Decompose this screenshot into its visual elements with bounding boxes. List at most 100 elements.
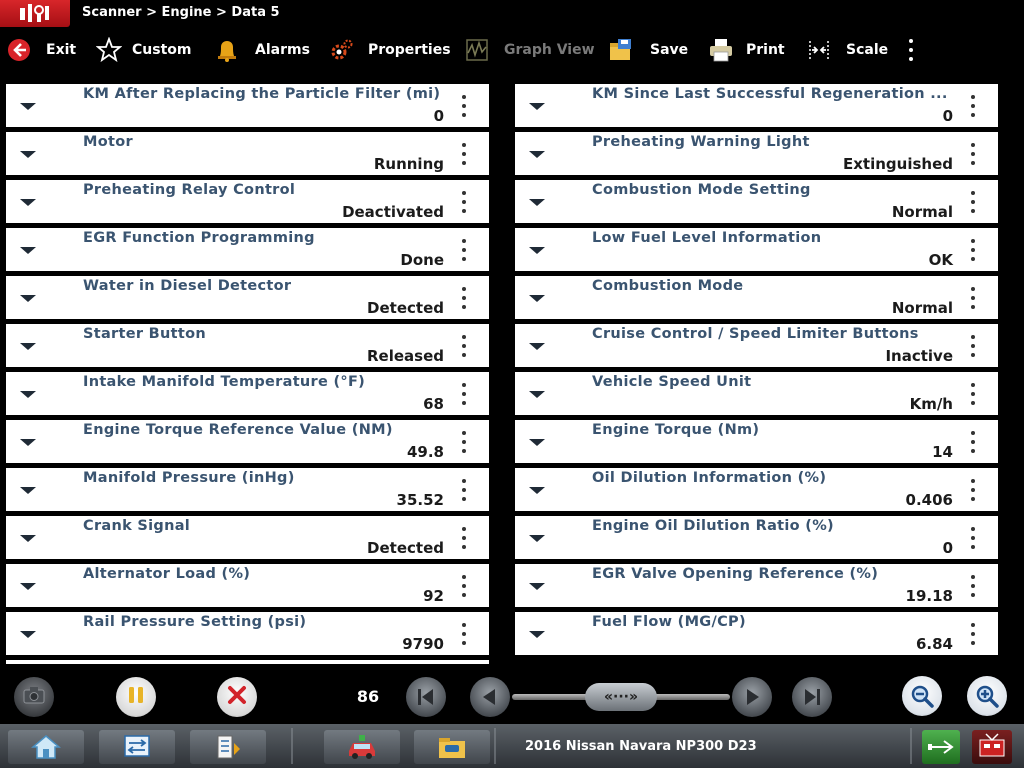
expand-caret-icon[interactable] xyxy=(20,631,36,638)
last-frame-button[interactable] xyxy=(792,677,832,717)
scale-button[interactable]: Scale xyxy=(806,28,888,72)
expand-caret-icon[interactable] xyxy=(20,535,36,542)
parameter-row[interactable]: Combustion Mode Normal xyxy=(515,276,998,319)
row-menu-button[interactable] xyxy=(461,383,467,405)
row-menu-button[interactable] xyxy=(970,527,976,549)
graph-view-button[interactable]: Graph View xyxy=(464,28,595,72)
expand-caret-icon[interactable] xyxy=(529,535,545,542)
parameter-row[interactable]: Rail Pressure Setting (psi) 9790 xyxy=(6,612,489,655)
parameter-row[interactable]: KM After Replacing the Particle Filter (… xyxy=(6,84,489,127)
parameter-row[interactable]: Vehicle Speed Unit Km/h xyxy=(515,372,998,415)
frame-slider-thumb[interactable]: «···» xyxy=(585,683,657,711)
row-menu-button[interactable] xyxy=(461,575,467,597)
properties-button[interactable]: Properties xyxy=(328,28,451,72)
home-button[interactable] xyxy=(8,730,84,764)
row-menu-button[interactable] xyxy=(970,623,976,645)
parameter-row[interactable]: Combustion Mode Setting Normal xyxy=(515,180,998,223)
exit-button[interactable]: Exit xyxy=(6,28,76,72)
row-menu-button[interactable] xyxy=(461,143,467,165)
parameter-row[interactable]: Crank Signal Detected xyxy=(6,516,489,559)
data-manager-button[interactable] xyxy=(414,730,490,764)
save-button[interactable]: Save xyxy=(608,28,688,72)
zoom-in-button[interactable] xyxy=(967,676,1007,716)
row-menu-button[interactable] xyxy=(970,143,976,165)
row-menu-button[interactable] xyxy=(461,239,467,261)
scanner-logo[interactable] xyxy=(0,0,70,27)
row-menu-button[interactable] xyxy=(461,95,467,117)
expand-caret-icon[interactable] xyxy=(20,343,36,350)
pause-button[interactable] xyxy=(116,677,156,717)
row-menu-button[interactable] xyxy=(461,287,467,309)
expand-caret-icon[interactable] xyxy=(529,295,545,302)
expand-caret-icon[interactable] xyxy=(529,391,545,398)
parameter-row[interactable]: Cruise Control / Speed Limiter Buttons In… xyxy=(515,324,998,367)
expand-caret-icon[interactable] xyxy=(20,199,36,206)
tools-button[interactable] xyxy=(190,730,266,764)
next-frame-button[interactable] xyxy=(732,677,772,717)
switch-view-button[interactable] xyxy=(99,730,175,764)
expand-caret-icon[interactable] xyxy=(20,391,36,398)
expand-caret-icon[interactable] xyxy=(20,295,36,302)
more-options-button[interactable] xyxy=(902,36,920,64)
row-menu-button[interactable] xyxy=(461,623,467,645)
previous-frame-button[interactable] xyxy=(470,677,510,717)
first-frame-button[interactable] xyxy=(406,677,446,717)
parameter-row[interactable]: Manifold Pressure (inHg) 35.52 xyxy=(6,468,489,511)
alarms-button[interactable]: Alarms xyxy=(214,28,310,72)
row-menu-button[interactable] xyxy=(461,191,467,213)
expand-caret-icon[interactable] xyxy=(20,103,36,110)
parameter-row[interactable]: Engine Oil Dilution Ratio (%) 0 xyxy=(515,516,998,559)
expand-caret-icon[interactable] xyxy=(20,439,36,446)
parameter-row[interactable]: Starter Button Released xyxy=(6,324,489,367)
expand-caret-icon[interactable] xyxy=(529,103,545,110)
expand-caret-icon[interactable] xyxy=(529,247,545,254)
camera-button[interactable] xyxy=(14,677,54,717)
expand-caret-icon[interactable] xyxy=(529,631,545,638)
vehicle-scan-button[interactable] xyxy=(324,730,400,764)
parameter-row[interactable]: Water in Diesel Detector Detected xyxy=(6,276,489,319)
expand-caret-icon[interactable] xyxy=(529,487,545,494)
expand-caret-icon[interactable] xyxy=(529,583,545,590)
vci-status-button[interactable] xyxy=(972,730,1012,764)
parameter-row[interactable]: Intake Manifold Temperature (°F) 68 xyxy=(6,372,489,415)
parameter-row[interactable]: Motor Running xyxy=(6,132,489,175)
row-menu-button[interactable] xyxy=(970,479,976,501)
custom-button[interactable]: Custom xyxy=(96,28,191,72)
parameter-row[interactable]: Engine Torque (Nm) 14 xyxy=(515,420,998,463)
row-menu-button[interactable] xyxy=(461,431,467,453)
expand-caret-icon[interactable] xyxy=(529,151,545,158)
expand-caret-icon[interactable] xyxy=(20,487,36,494)
expand-caret-icon[interactable] xyxy=(529,343,545,350)
usb-connection-button[interactable] xyxy=(922,730,960,764)
expand-caret-icon[interactable] xyxy=(20,151,36,158)
row-menu-button[interactable] xyxy=(970,95,976,117)
parameter-row[interactable]: Oil Dilution Information (%) 0.406 xyxy=(515,468,998,511)
parameter-row[interactable]: Preheating Relay Control Deactivated xyxy=(6,180,489,223)
expand-caret-icon[interactable] xyxy=(529,199,545,206)
row-menu-button[interactable] xyxy=(970,239,976,261)
expand-caret-icon[interactable] xyxy=(20,583,36,590)
row-menu-button[interactable] xyxy=(970,335,976,357)
row-menu-button[interactable] xyxy=(970,191,976,213)
row-menu-button[interactable] xyxy=(461,527,467,549)
parameter-value: 49.8 xyxy=(406,443,444,461)
row-menu-button[interactable] xyxy=(461,479,467,501)
parameter-row[interactable]: Engine Torque Reference Value (NM) 49.8 xyxy=(6,420,489,463)
row-menu-button[interactable] xyxy=(461,335,467,357)
parameter-row[interactable]: Preheating Warning Light Extinguished xyxy=(515,132,998,175)
row-menu-button[interactable] xyxy=(970,383,976,405)
row-menu-button[interactable] xyxy=(970,287,976,309)
parameter-row[interactable]: EGR Valve Opening Reference (%) 19.18 xyxy=(515,564,998,607)
expand-caret-icon[interactable] xyxy=(529,439,545,446)
parameter-row[interactable]: Low Fuel Level Information OK xyxy=(515,228,998,271)
parameter-row[interactable]: Alternator Load (%) 92 xyxy=(6,564,489,607)
parameter-row[interactable]: Fuel Flow (MG/CP) 6.84 xyxy=(515,612,998,655)
row-menu-button[interactable] xyxy=(970,431,976,453)
zoom-out-button[interactable] xyxy=(902,676,942,716)
stop-button[interactable] xyxy=(217,677,257,717)
expand-caret-icon[interactable] xyxy=(20,247,36,254)
row-menu-button[interactable] xyxy=(970,575,976,597)
parameter-row[interactable]: EGR Function Programming Done xyxy=(6,228,489,271)
print-button[interactable]: Print xyxy=(708,28,785,72)
parameter-row[interactable]: KM Since Last Successful Regeneration ..… xyxy=(515,84,998,127)
